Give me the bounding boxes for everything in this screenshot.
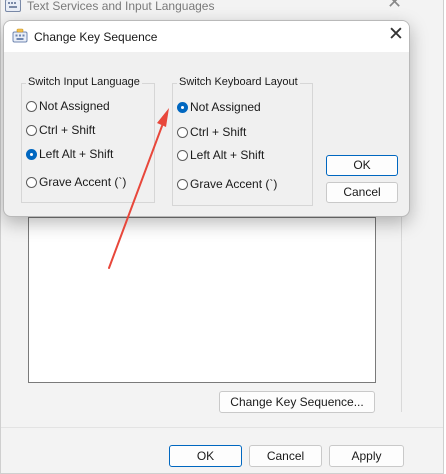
divider	[1, 427, 443, 428]
radio-checked-icon[interactable]	[177, 101, 188, 113]
close-icon[interactable]: ✕	[387, 0, 402, 11]
dialog-cancel-button[interactable]: Cancel	[326, 182, 398, 203]
radio-label: Grave Accent (`)	[39, 175, 127, 189]
radio-checked-icon[interactable]	[26, 148, 37, 160]
group-title: Switch Input Language	[26, 76, 142, 88]
keyboard-icon	[12, 28, 28, 43]
cancel-button[interactable]: Cancel	[249, 445, 322, 467]
radio-input-grave-accent[interactable]: Grave Accent (`)	[26, 174, 126, 190]
radio-input-not-assigned[interactable]: Not Assigned	[26, 98, 110, 114]
radio-layout-ctrl-shift[interactable]: Ctrl + Shift	[177, 124, 246, 140]
change-key-sequence-dialog: Change Key Sequence ✕ Switch Input Langu…	[3, 20, 410, 217]
divider	[401, 187, 402, 412]
keyboard-icon	[5, 0, 21, 12]
switch-input-language-group: Switch Input Language Not Assigned Ctrl …	[21, 76, 155, 203]
radio-icon[interactable]	[177, 149, 188, 161]
radio-icon[interactable]	[26, 124, 37, 136]
dialog-title: Change Key Sequence	[34, 30, 158, 44]
radio-layout-left-alt-shift[interactable]: Left Alt + Shift	[177, 147, 264, 163]
radio-label: Ctrl + Shift	[190, 125, 247, 139]
radio-label: Left Alt + Shift	[39, 147, 114, 161]
radio-icon[interactable]	[177, 178, 188, 190]
hotkeys-list[interactable]	[28, 217, 376, 383]
apply-button[interactable]: Apply	[329, 445, 404, 467]
radio-label: Not Assigned	[190, 100, 261, 114]
dialog-titlebar[interactable]: Change Key Sequence ✕	[4, 21, 409, 52]
radio-layout-grave-accent[interactable]: Grave Accent (`)	[177, 176, 277, 192]
switch-keyboard-layout-group: Switch Keyboard Layout Not Assigned Ctrl…	[172, 76, 313, 206]
radio-icon[interactable]	[26, 100, 37, 112]
radio-input-left-alt-shift[interactable]: Left Alt + Shift	[26, 146, 113, 162]
radio-label: Left Alt + Shift	[190, 148, 265, 162]
dialog-ok-button[interactable]: OK	[326, 155, 398, 176]
close-icon[interactable]: ✕	[388, 25, 404, 45]
ok-button[interactable]: OK	[169, 445, 242, 467]
radio-input-ctrl-shift[interactable]: Ctrl + Shift	[26, 122, 95, 138]
radio-label: Grave Accent (`)	[190, 177, 278, 191]
group-title: Switch Keyboard Layout	[177, 76, 300, 88]
radio-label: Not Assigned	[39, 99, 110, 113]
radio-label: Ctrl + Shift	[39, 123, 96, 137]
radio-icon[interactable]	[26, 176, 37, 188]
radio-layout-not-assigned[interactable]: Not Assigned	[177, 99, 261, 115]
window-title: Text Services and Input Languages	[27, 0, 215, 13]
radio-icon[interactable]	[177, 126, 188, 138]
change-key-sequence-button[interactable]: Change Key Sequence...	[219, 391, 375, 413]
